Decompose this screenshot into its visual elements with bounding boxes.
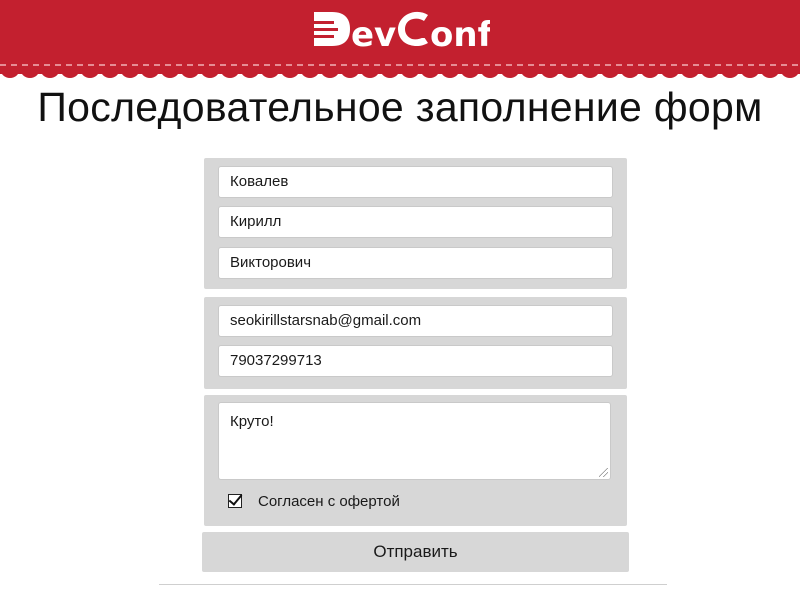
email-field[interactable]: seokirillstarsnab@gmail.com xyxy=(218,305,613,337)
resize-grip-icon[interactable] xyxy=(599,468,608,477)
first-name-field[interactable]: Кирилл xyxy=(218,206,613,238)
agree-checkbox[interactable] xyxy=(228,494,242,508)
divider xyxy=(159,584,667,585)
agree-row[interactable]: Согласен с офертой xyxy=(228,491,400,511)
patronymic-field[interactable]: Викторович xyxy=(218,247,613,279)
comment-text: Круто! xyxy=(230,413,274,430)
last-name-field[interactable]: Ковалев xyxy=(218,166,613,198)
devconf-logo-icon: e v onf xyxy=(312,11,490,52)
comment-textarea[interactable]: Круто! xyxy=(218,402,611,480)
contact-panel: seokirillstarsnab@gmail.com 79037299713 xyxy=(204,297,627,389)
phone-field[interactable]: 79037299713 xyxy=(218,345,613,377)
page-title: Последовательное заполнение форм xyxy=(37,84,763,130)
submit-button[interactable]: Отправить xyxy=(202,532,629,572)
comment-panel: Круто! Согласен с офертой xyxy=(204,395,627,526)
agree-label[interactable]: Согласен с офертой xyxy=(258,493,400,510)
svg-text:v: v xyxy=(374,15,396,52)
svg-text:e: e xyxy=(351,15,374,52)
devconf-logo: e v onf xyxy=(310,6,490,52)
name-panel: Ковалев Кирилл Викторович xyxy=(204,158,627,289)
svg-text:onf: onf xyxy=(430,15,490,52)
header-scallop-edge xyxy=(0,60,800,78)
